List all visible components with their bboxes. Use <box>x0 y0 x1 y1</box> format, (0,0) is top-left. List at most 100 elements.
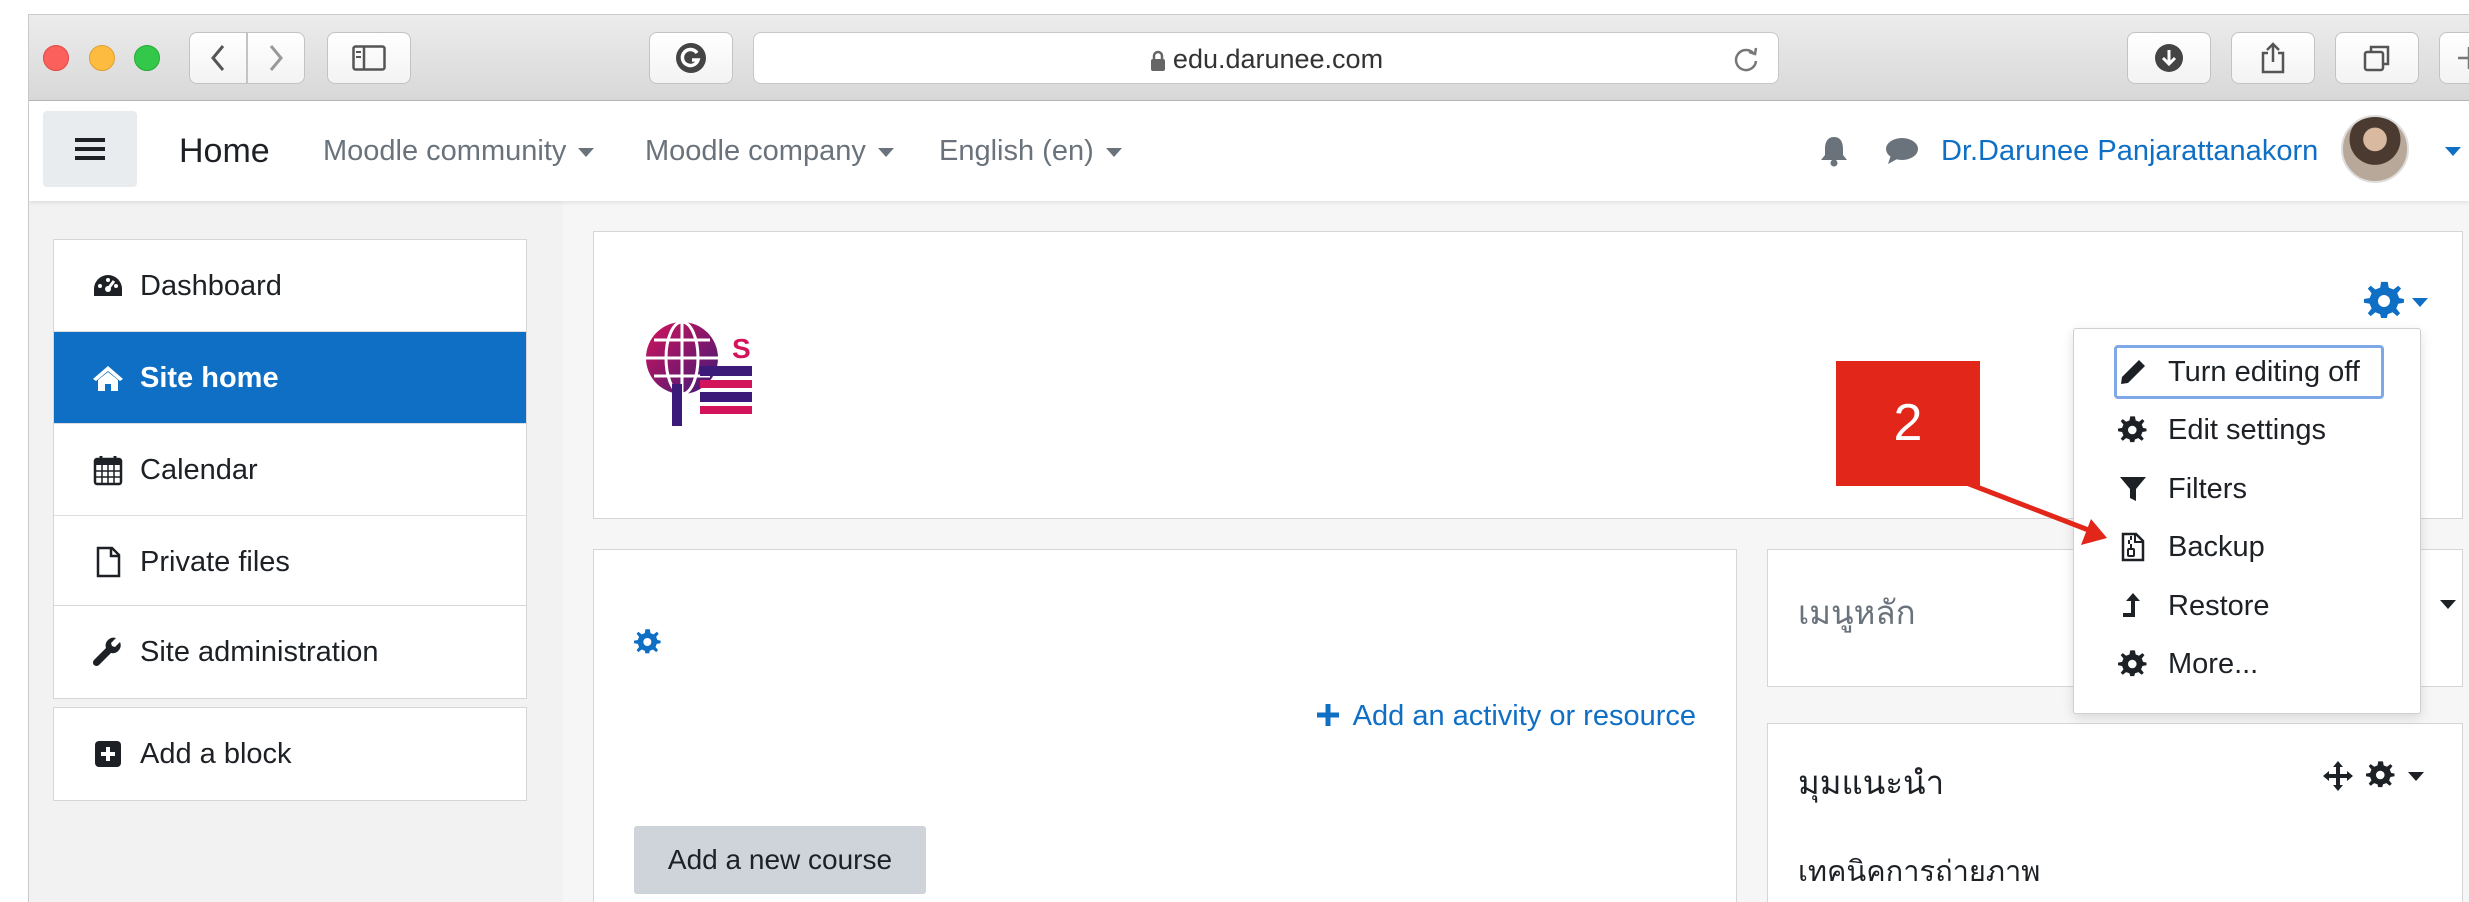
menu-item-label: Backup <box>2168 531 2265 563</box>
add-course-button[interactable]: Add a new course <box>634 826 926 894</box>
calendar-icon <box>93 456 123 486</box>
pencil-icon <box>2121 360 2145 384</box>
share-icon <box>2261 42 2285 74</box>
url-text: edu.darunee.com <box>1172 44 1384 74</box>
nav-item-calendar[interactable]: Calendar <box>54 424 526 516</box>
plus-icon <box>1316 704 1339 726</box>
user-menu-name[interactable]: Dr.Darunee Panjarattanakorn <box>1941 101 2318 201</box>
avatar[interactable] <box>2341 115 2409 183</box>
download-icon <box>2155 44 2183 72</box>
grammarly-icon <box>676 43 706 73</box>
nav-drawer-admin: Site administration <box>53 605 527 699</box>
nav-label: Private files <box>140 546 290 578</box>
grammarly-extension-button[interactable] <box>649 32 733 84</box>
caret-down-icon <box>877 147 894 157</box>
gear-icon[interactable] <box>634 628 662 656</box>
nav-item-site-administration[interactable]: Site administration <box>54 606 526 698</box>
chevron-left-icon <box>211 45 225 71</box>
menu-item-label: Restore <box>2168 590 2270 622</box>
menu-moodle-community[interactable]: Moodle community <box>323 101 595 201</box>
nav-label: Site administration <box>140 636 379 668</box>
add-activity-label: Add an activity or resource <box>1352 700 1696 732</box>
dashboard-icon <box>94 275 122 296</box>
gear-icon <box>2118 416 2147 443</box>
caret-down-icon <box>578 147 595 157</box>
nav-item-dashboard[interactable]: Dashboard <box>54 240 526 332</box>
block-title: เมนูหลัก <box>1798 594 1916 631</box>
home-link[interactable]: Home <box>179 101 270 201</box>
nav-drawer-main: Dashboard Site home Calendar Private fil… <box>53 239 527 609</box>
course-settings-menu-toggle[interactable] <box>2364 280 2428 327</box>
menu-item-filters[interactable]: Filters <box>2074 461 2420 517</box>
gear-icon <box>2364 281 2404 318</box>
user-menu-caret-icon[interactable] <box>2445 147 2461 156</box>
nav-item-site-home[interactable]: Site home <box>54 332 526 424</box>
menu-item-label: More... <box>2168 648 2259 680</box>
recommend-item[interactable]: เทคนิคการถ่ายภาพ <box>1798 848 2040 894</box>
menu-label: Moodle community <box>323 135 567 167</box>
menu-item-label: Edit settings <box>2168 414 2326 446</box>
share-button[interactable] <box>2231 32 2315 84</box>
tabs-icon <box>2363 45 2390 72</box>
site-logo: S <box>642 318 758 434</box>
nav-drawer-add-block: Add a block <box>53 707 527 801</box>
chat-icon[interactable] <box>1885 137 1919 165</box>
downloads-button[interactable] <box>2127 32 2211 84</box>
moodle-navbar: Home Moodle community Moodle company Eng… <box>29 101 2469 201</box>
sidebar-icon <box>352 45 386 71</box>
file-icon <box>96 546 121 578</box>
sidebar-toggle-button[interactable] <box>327 32 411 84</box>
nav-label: Dashboard <box>140 270 282 302</box>
menu-label: English (en) <box>939 135 1094 167</box>
tabs-overview-button[interactable] <box>2335 32 2419 84</box>
nav-label: Site home <box>140 362 279 394</box>
filter-icon <box>2120 477 2146 501</box>
forward-button[interactable] <box>247 32 305 84</box>
plus-square-icon <box>95 741 121 767</box>
menu-language[interactable]: English (en) <box>939 101 1122 201</box>
nav-item-private-files[interactable]: Private files <box>54 516 526 608</box>
plus-icon <box>2458 47 2469 69</box>
level-up-icon <box>2123 593 2140 617</box>
close-window-button[interactable] <box>43 45 69 71</box>
nav-label: Calendar <box>140 454 258 486</box>
minimize-window-button[interactable] <box>89 45 115 71</box>
browser-window: edu.darunee.com Home Moodle community Mo… <box>28 14 2469 902</box>
caret-down-icon[interactable] <box>2440 600 2456 609</box>
home-icon <box>93 366 123 391</box>
block-title: มุมแนะนำ <box>1798 764 1945 801</box>
chevron-right-icon <box>269 45 283 71</box>
menu-item-edit-settings[interactable]: Edit settings <box>2074 402 2420 458</box>
lock-icon <box>1150 50 1165 71</box>
menu-item-turn-editing-off[interactable]: Turn editing off <box>2074 344 2420 400</box>
caret-down-icon[interactable] <box>2408 772 2424 781</box>
menu-label: Moodle company <box>645 135 866 167</box>
menu-item-restore[interactable]: Restore <box>2074 578 2420 634</box>
menu-item-label: Filters <box>2168 473 2247 505</box>
address-bar[interactable]: edu.darunee.com <box>753 32 1779 84</box>
nav-drawer-toggle[interactable] <box>43 111 137 187</box>
wrench-icon <box>92 637 121 667</box>
reload-icon[interactable] <box>1732 45 1760 73</box>
back-button[interactable] <box>189 32 247 84</box>
gear-icon[interactable] <box>2366 760 2396 790</box>
zoom-window-button[interactable] <box>134 45 160 71</box>
add-activity-link[interactable]: Add an activity or resource <box>1315 700 1696 733</box>
hamburger-icon <box>75 138 105 160</box>
menu-item-more[interactable]: More... <box>2074 636 2420 692</box>
bell-icon[interactable] <box>1819 135 1849 167</box>
menu-moodle-company[interactable]: Moodle company <box>645 101 894 201</box>
nav-label: Add a block <box>140 738 292 770</box>
caret-down-icon <box>2412 298 2428 307</box>
svg-text:S: S <box>732 333 751 364</box>
nav-item-add-block[interactable]: Add a block <box>54 708 526 800</box>
gear-icon <box>2118 650 2147 677</box>
menu-item-label: Turn editing off <box>2168 356 2360 388</box>
step-annotation-box: 2 <box>1836 361 1980 486</box>
menu-item-backup[interactable]: Backup <box>2074 519 2420 575</box>
browser-toolbar: edu.darunee.com <box>29 15 2469 101</box>
site-main-card: Add an activity or resource Add a new co… <box>593 549 1737 902</box>
nav-drawer: Dashboard Site home Calendar Private fil… <box>29 201 563 902</box>
move-icon[interactable] <box>2322 760 2354 792</box>
new-tab-button[interactable] <box>2439 32 2469 84</box>
